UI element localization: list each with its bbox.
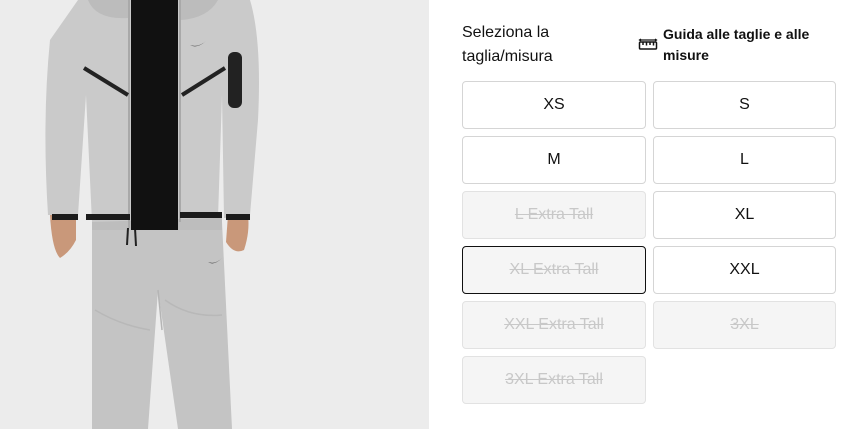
size-option-xs[interactable]: XS	[462, 81, 646, 129]
size-option-s[interactable]: S	[653, 81, 836, 129]
size-option-3xl: 3XL	[653, 301, 836, 349]
size-option-xxl[interactable]: XXL	[653, 246, 836, 294]
size-option-m[interactable]: M	[462, 136, 646, 184]
size-option-xl-extra-tall: XL Extra Tall	[462, 246, 646, 294]
size-grid: XS S M L L Extra Tall XL XL Extra Tall X…	[462, 81, 836, 404]
ruler-icon	[638, 38, 658, 50]
size-option-3xl-extra-tall: 3XL Extra Tall	[462, 356, 646, 404]
size-option-xxl-extra-tall: XXL Extra Tall	[462, 301, 646, 349]
size-selector-panel: Seleziona la taglia/misura Guida alle ta…	[462, 0, 836, 429]
size-selector-title: Seleziona la taglia/misura	[462, 24, 553, 65]
size-guide-label: Guida alle taglie e alle misure	[663, 26, 810, 63]
size-option-l-extra-tall: L Extra Tall	[462, 191, 646, 239]
size-guide-link[interactable]: Guida alle taglie e alle misure	[638, 24, 836, 66]
size-option-xl[interactable]: XL	[653, 191, 836, 239]
size-option-l[interactable]: L	[653, 136, 836, 184]
product-image	[0, 0, 429, 429]
